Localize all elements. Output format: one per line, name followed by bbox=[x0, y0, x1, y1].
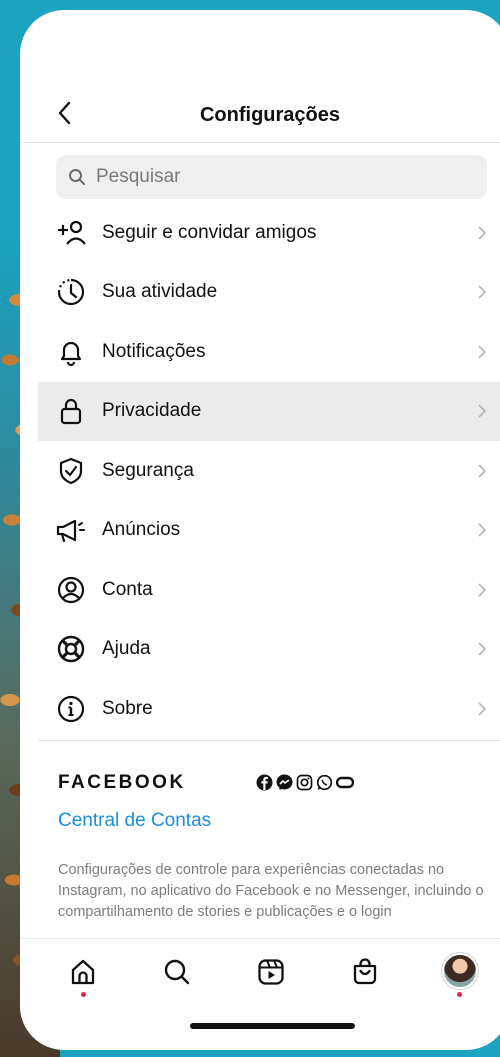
menu-item-label: Privacidade bbox=[102, 400, 202, 422]
menu-item-label: Notificações bbox=[102, 340, 206, 362]
facebook-app-icons bbox=[256, 774, 355, 796]
profile-avatar[interactable] bbox=[442, 953, 478, 989]
chevron-right-icon bbox=[478, 702, 487, 716]
page-title: Configurações bbox=[199, 104, 341, 126]
search-icon bbox=[164, 959, 190, 985]
menu-item-ads[interactable]: Anúncios bbox=[38, 501, 500, 561]
lock-icon bbox=[54, 394, 88, 428]
oculus-icon bbox=[335, 774, 355, 796]
facebook-section-title: FACEBOOK bbox=[58, 772, 186, 793]
phone-screen: Configurações Seguir e convidar amigos bbox=[20, 10, 500, 1050]
reels-icon bbox=[258, 959, 284, 985]
menu-item-notifications[interactable]: Notificações bbox=[38, 322, 500, 382]
home-icon bbox=[71, 959, 95, 985]
home-notification-dot bbox=[81, 992, 86, 997]
menu-item-label: Segurança bbox=[102, 459, 194, 481]
accounts-center-link[interactable]: Central de Contas bbox=[58, 810, 211, 832]
chevron-right-icon bbox=[478, 226, 487, 240]
search-icon bbox=[69, 169, 85, 185]
add-person-icon bbox=[54, 216, 88, 250]
home-indicator bbox=[190, 1023, 355, 1029]
shield-check-icon bbox=[54, 454, 88, 488]
bottom-navigation bbox=[20, 938, 500, 1003]
menu-item-about[interactable]: Sobre bbox=[38, 679, 500, 739]
shop-icon bbox=[353, 958, 377, 985]
profile-notification-dot bbox=[457, 992, 462, 997]
facebook-icon bbox=[256, 774, 273, 796]
menu-item-privacy[interactable]: Privacidade bbox=[38, 381, 500, 441]
bell-icon bbox=[54, 335, 88, 369]
info-icon bbox=[54, 692, 88, 726]
chevron-right-icon bbox=[478, 404, 487, 418]
menu-item-label: Sua atividade bbox=[102, 281, 218, 303]
menu-item-account[interactable]: Conta bbox=[38, 560, 500, 620]
menu-item-label: Seguir e convidar amigos bbox=[102, 221, 317, 243]
menu-item-label: Conta bbox=[102, 578, 153, 600]
nav-reels[interactable] bbox=[256, 957, 286, 987]
menu-item-label: Ajuda bbox=[102, 638, 151, 660]
chevron-right-icon bbox=[478, 642, 487, 656]
chevron-right-icon bbox=[478, 464, 487, 478]
chevron-right-icon bbox=[478, 523, 487, 537]
menu-item-label: Anúncios bbox=[102, 519, 181, 541]
menu-item-help[interactable]: Ajuda bbox=[38, 620, 500, 680]
account-circle-icon bbox=[54, 573, 88, 607]
chevron-right-icon bbox=[478, 345, 487, 359]
chevron-right-icon bbox=[478, 285, 487, 299]
chevron-right-icon bbox=[478, 583, 487, 597]
menu-item-security[interactable]: Segurança bbox=[38, 441, 500, 501]
menu-item-label: Sobre bbox=[102, 697, 153, 719]
search-bar[interactable] bbox=[56, 155, 487, 199]
header: Configurações bbox=[20, 10, 500, 143]
nav-home[interactable] bbox=[68, 957, 98, 987]
whatsapp-icon bbox=[316, 774, 333, 796]
messenger-icon bbox=[276, 774, 293, 796]
menu-item-your-activity[interactable]: Sua atividade bbox=[38, 263, 500, 323]
nav-shop[interactable] bbox=[350, 957, 380, 987]
lifebuoy-icon bbox=[54, 632, 88, 666]
settings-menu: Seguir e convidar amigos Sua atividade N… bbox=[38, 203, 500, 739]
instagram-icon bbox=[296, 774, 313, 796]
section-divider bbox=[38, 740, 500, 741]
activity-clock-icon bbox=[54, 275, 88, 309]
accounts-center-description: Configurações de controle para experiênc… bbox=[58, 862, 484, 920]
nav-search[interactable] bbox=[162, 957, 192, 987]
menu-item-follow-invite[interactable]: Seguir e convidar amigos bbox=[38, 203, 500, 263]
search-input[interactable] bbox=[94, 165, 478, 189]
megaphone-icon bbox=[54, 513, 88, 547]
